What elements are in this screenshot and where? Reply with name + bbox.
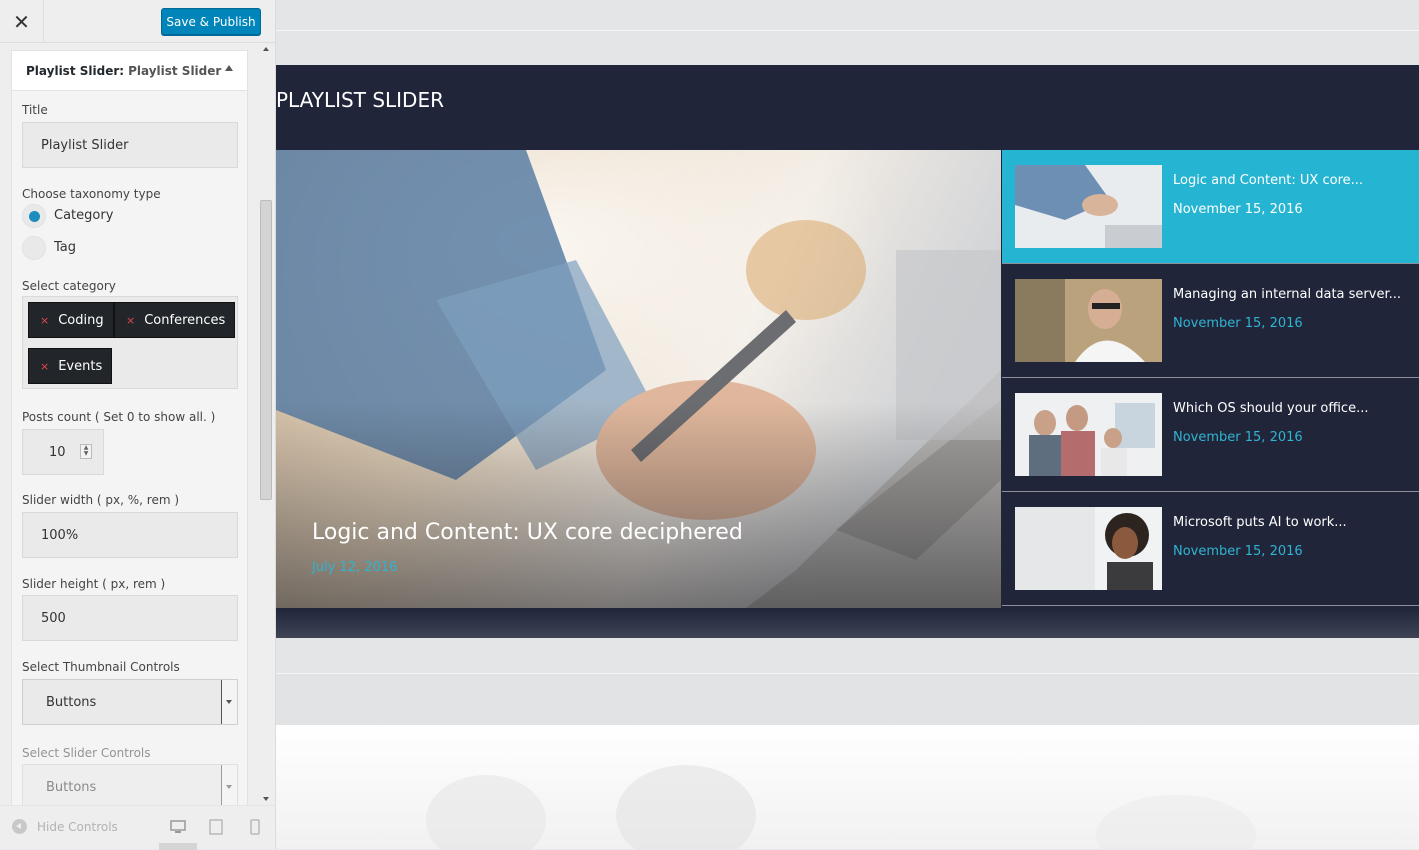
- slider-controls-label: Select Slider Controls: [22, 746, 151, 760]
- thumb-controls-label: Select Thumbnail Controls: [22, 660, 180, 674]
- scroll-up-icon[interactable]: [263, 47, 269, 51]
- playlist-thumbnail: [1015, 393, 1162, 476]
- collapse-icon[interactable]: [12, 819, 27, 834]
- category-chip-events: × Events: [28, 348, 113, 384]
- thumb-controls-select[interactable]: Buttons: [22, 679, 238, 725]
- playlist-item[interactable]: Which OS should your office... November …: [1002, 378, 1419, 492]
- site-preview: PLAYLIST SLIDER Logic and Content: UX co…: [276, 0, 1419, 849]
- slider-width-input[interactable]: 100%: [22, 512, 238, 558]
- hero-title[interactable]: Logic and Content: UX core deciphered: [312, 520, 743, 545]
- playlist-date: November 15, 2016: [1173, 544, 1303, 559]
- panel-scrollbar[interactable]: [259, 43, 273, 805]
- widget-type-label: Playlist Slider:: [26, 63, 125, 78]
- section-title: PLAYLIST SLIDER: [276, 88, 444, 112]
- playlist-date: November 15, 2016: [1173, 202, 1303, 217]
- chevron-down-icon[interactable]: [221, 680, 237, 724]
- chip-label: Conferences: [144, 312, 226, 328]
- title-input[interactable]: Playlist Slider: [22, 122, 238, 168]
- category-label: Select category: [22, 279, 116, 293]
- playlist-slider-widget: Playlist Slider: Playlist Slider Title P…: [11, 50, 248, 805]
- preview-band: [276, 673, 1419, 725]
- preview-next-section: [276, 725, 1419, 849]
- hide-controls-button[interactable]: Hide Controls: [37, 820, 118, 834]
- playlist-title: Managing an internal data server...: [1173, 287, 1401, 302]
- faded-background-image: [426, 765, 1256, 849]
- remove-icon[interactable]: ×: [126, 314, 135, 327]
- section-bottom-fade: [276, 608, 1419, 638]
- save-publish-button[interactable]: Save & Publish: [161, 8, 261, 35]
- desktop-icon[interactable]: [170, 819, 186, 835]
- remove-icon[interactable]: ×: [40, 314, 49, 327]
- playlist-title: Logic and Content: UX core...: [1173, 173, 1364, 188]
- playlist-item[interactable]: Logic and Content: UX core... November 1…: [1002, 150, 1419, 264]
- chip-label: Events: [58, 358, 103, 374]
- slider-controls-value: Buttons: [46, 779, 97, 795]
- scroll-thumb[interactable]: [260, 200, 272, 500]
- hero-date: July 12, 2016: [312, 560, 398, 575]
- category-chip-coding: × Coding: [28, 302, 114, 338]
- slider-controls-select[interactable]: Buttons: [22, 764, 238, 805]
- customizer-sidebar: ✕ Save & Publish Playlist Slider: Playli…: [0, 0, 276, 850]
- stepper-icon[interactable]: ▲ ▼: [80, 444, 92, 459]
- controls-panel: Playlist Slider: Playlist Slider Title P…: [0, 43, 275, 805]
- playlist-thumbnail: [1015, 165, 1162, 248]
- playlist-item[interactable]: Microsoft puts AI to work... November 15…: [1002, 492, 1419, 606]
- playlist-date: November 15, 2016: [1173, 316, 1303, 331]
- collapse-arrow-icon[interactable]: [225, 65, 233, 71]
- playlist-thumbnail: [1015, 507, 1162, 590]
- customizer-header: ✕ Save & Publish: [0, 0, 275, 43]
- slider-width-label: Slider width ( px, %, rem ): [22, 493, 180, 507]
- category-select[interactable]: × Coding × Conferences × Events: [22, 296, 238, 389]
- widget-header[interactable]: Playlist Slider: Playlist Slider: [12, 51, 247, 91]
- scroll-down-icon[interactable]: [263, 797, 269, 801]
- playlist-thumbnail: [1015, 279, 1162, 362]
- mobile-icon[interactable]: [247, 819, 263, 835]
- title-label: Title: [22, 103, 48, 117]
- slider-height-input[interactable]: 500: [22, 595, 238, 641]
- radio-tag[interactable]: [22, 236, 46, 260]
- remove-icon[interactable]: ×: [40, 360, 49, 373]
- playlist-item[interactable]: Managing an internal data server... Nove…: [1002, 264, 1419, 378]
- widget-name-label: Playlist Slider: [128, 63, 222, 78]
- taxonomy-label: Choose taxonomy type: [22, 187, 161, 201]
- hero-slide[interactable]: Logic and Content: UX core deciphered Ju…: [276, 150, 1001, 608]
- playlist-slider-section: PLAYLIST SLIDER Logic and Content: UX co…: [276, 65, 1419, 638]
- category-chip-conferences: × Conferences: [114, 302, 236, 338]
- radio-tag-label: Tag: [54, 240, 77, 255]
- playlist-date: November 15, 2016: [1173, 430, 1303, 445]
- customizer-footer: Hide Controls: [0, 805, 275, 850]
- thumb-controls-value: Buttons: [46, 694, 97, 710]
- chevron-down-icon[interactable]: [221, 765, 237, 805]
- close-icon[interactable]: ✕: [0, 0, 44, 43]
- playlist-title: Microsoft puts AI to work...: [1173, 515, 1347, 530]
- posts-count-label: Posts count ( Set 0 to show all. ): [22, 410, 216, 424]
- chip-label: Coding: [58, 312, 104, 328]
- slider-height-label: Slider height ( px, rem ): [22, 577, 166, 591]
- radio-category[interactable]: [22, 204, 46, 228]
- radio-category-label: Category: [54, 208, 114, 223]
- tablet-icon[interactable]: [208, 819, 224, 835]
- divider: [276, 30, 1419, 31]
- playlist-title: Which OS should your office...: [1173, 401, 1369, 416]
